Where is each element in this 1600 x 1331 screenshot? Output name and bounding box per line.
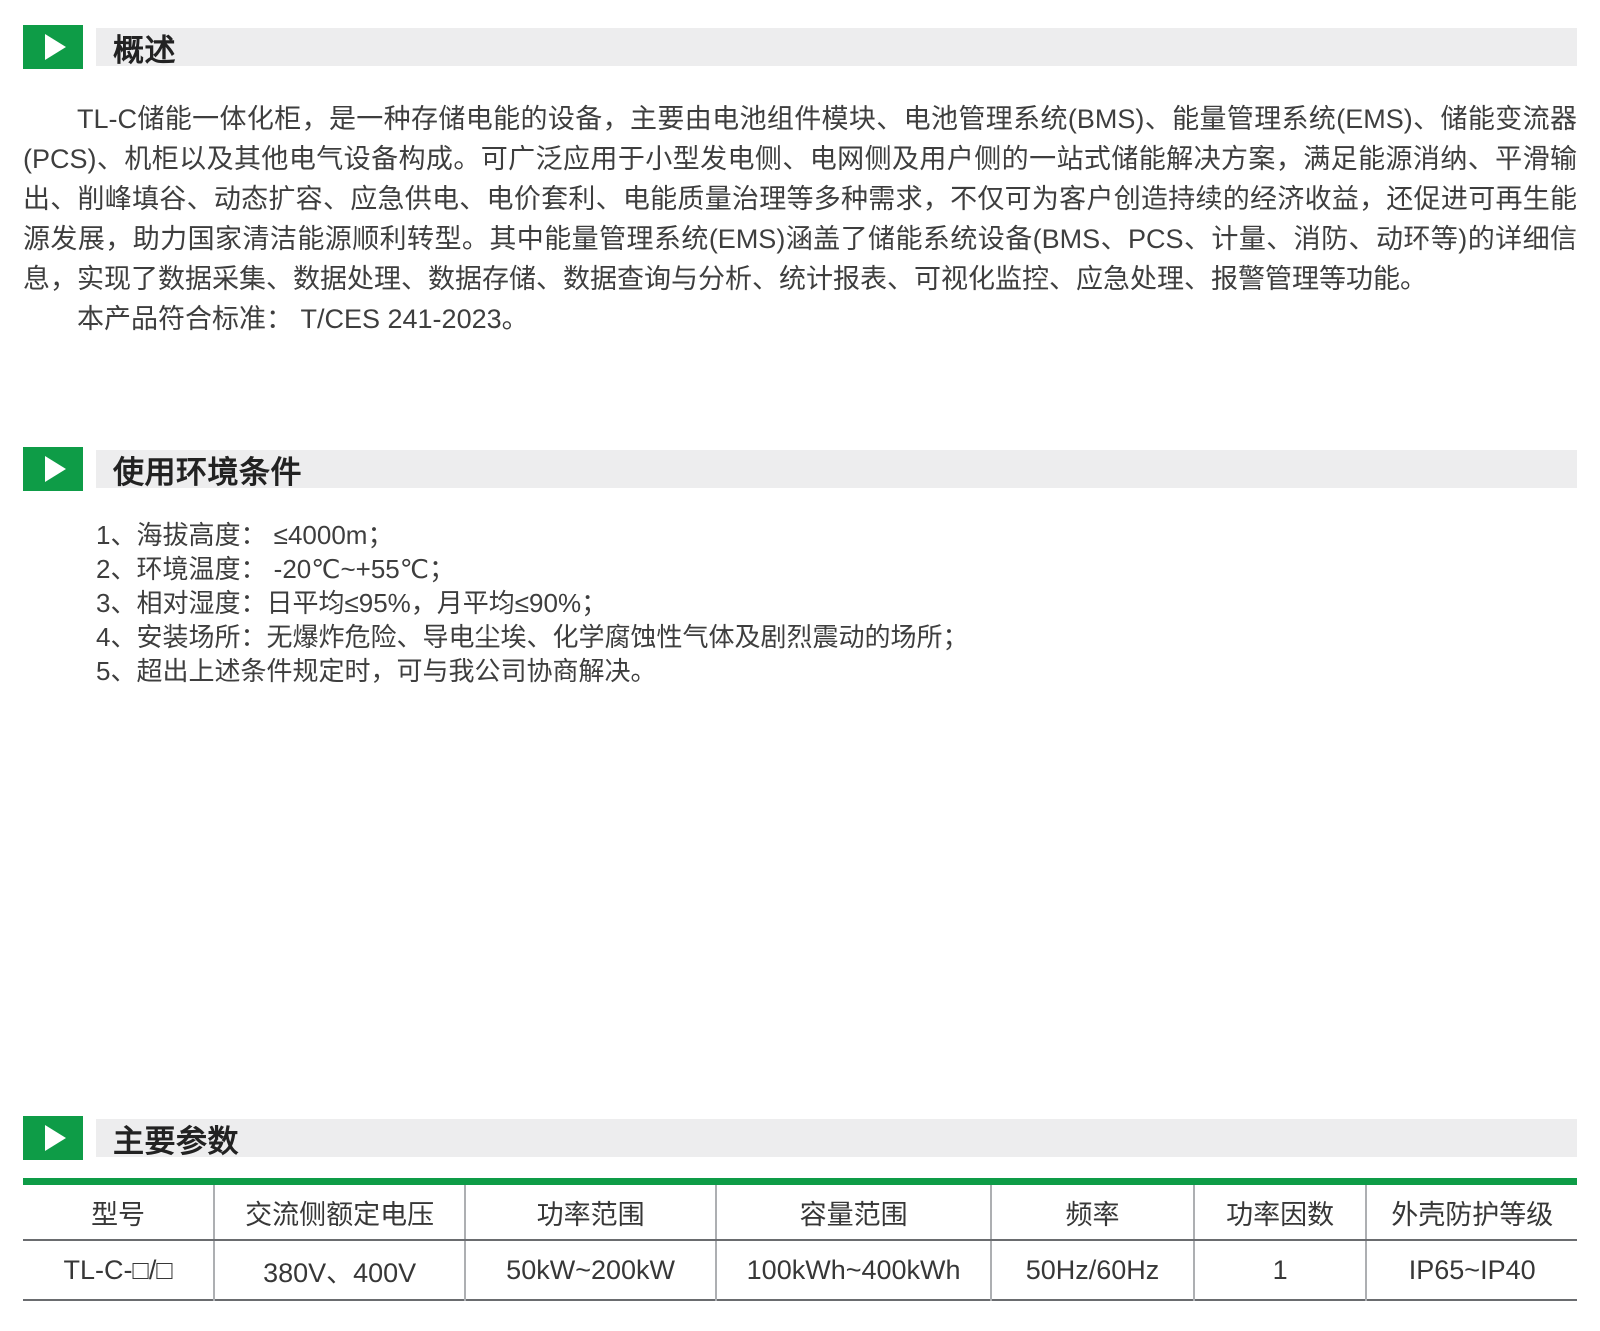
env-condition-item: 1、海拔高度： ≤4000m； [96, 518, 1577, 552]
overview-text-block: TL-C储能一体化柜，是一种存储电能的设备，主要由电池组件模块、电池管理系统(B… [23, 99, 1577, 339]
section-title-parameters: 主要参数 [96, 1116, 239, 1161]
section-title-bar: 使用环境条件 [96, 450, 1577, 488]
col-header-ac-rated-voltage: 交流侧额定电压 [214, 1182, 465, 1241]
col-header-model: 型号 [23, 1182, 214, 1241]
section-title-bar: 概述 [96, 28, 1577, 66]
section-header-parameters: 主要参数 [23, 1116, 1577, 1160]
triangle-glyph [45, 34, 66, 60]
section-title-overview: 概述 [96, 25, 176, 70]
triangle-glyph [45, 1125, 66, 1151]
cell-capacity-range: 100kWh~400kWh [716, 1240, 991, 1300]
col-header-power-factor: 功率因数 [1194, 1182, 1366, 1241]
overview-paragraph: TL-C储能一体化柜，是一种存储电能的设备，主要由电池组件模块、电池管理系统(B… [23, 99, 1577, 299]
col-header-frequency: 频率 [991, 1182, 1194, 1241]
table-row: TL-C-□/□ 380V、400V 50kW~200kW 100kWh~400… [23, 1240, 1577, 1300]
play-arrow-icon [23, 447, 83, 491]
table-header-row: 型号 交流侧额定电压 功率范围 容量范围 频率 功率因数 外壳防护等级 [23, 1182, 1577, 1241]
section-title-bar: 主要参数 [96, 1119, 1577, 1157]
env-condition-item: 2、环境温度： -20℃~+55℃； [96, 552, 1577, 586]
cell-power-factor: 1 [1194, 1240, 1366, 1300]
page-content: 概述 TL-C储能一体化柜，是一种存储电能的设备，主要由电池组件模块、电池管理系… [0, 25, 1600, 1301]
cell-ac-rated-voltage: 380V、400V [214, 1240, 465, 1300]
cell-model: TL-C-□/□ [23, 1240, 214, 1300]
overview-standard-line: 本产品符合标准： T/CES 241-2023。 [23, 299, 1577, 339]
col-header-ip-rating: 外壳防护等级 [1366, 1182, 1577, 1241]
parameters-table-wrap: 型号 交流侧额定电压 功率范围 容量范围 频率 功率因数 外壳防护等级 TL-C… [23, 1178, 1577, 1301]
environment-conditions-list: 1、海拔高度： ≤4000m； 2、环境温度： -20℃~+55℃； 3、相对湿… [23, 518, 1577, 688]
cell-ip-rating: IP65~IP40 [1366, 1240, 1577, 1300]
section-header-environment: 使用环境条件 [23, 447, 1577, 491]
section-title-environment: 使用环境条件 [96, 447, 302, 492]
cell-power-range: 50kW~200kW [465, 1240, 716, 1300]
triangle-glyph [45, 456, 66, 482]
cell-frequency: 50Hz/60Hz [991, 1240, 1194, 1300]
section-header-overview: 概述 [23, 25, 1577, 69]
col-header-power-range: 功率范围 [465, 1182, 716, 1241]
play-arrow-icon [23, 25, 83, 69]
col-header-capacity-range: 容量范围 [716, 1182, 991, 1241]
env-condition-item: 5、超出上述条件规定时，可与我公司协商解决。 [96, 654, 1577, 688]
datasheet-page: 概述 TL-C储能一体化柜，是一种存储电能的设备，主要由电池组件模块、电池管理系… [0, 0, 1600, 1331]
env-condition-item: 3、相对湿度：日平均≤95%，月平均≤90%； [96, 586, 1577, 620]
env-condition-item: 4、安装场所：无爆炸危险、导电尘埃、化学腐蚀性气体及剧烈震动的场所； [96, 620, 1577, 654]
parameters-table: 型号 交流侧额定电压 功率范围 容量范围 频率 功率因数 外壳防护等级 TL-C… [23, 1178, 1577, 1301]
play-arrow-icon [23, 1116, 83, 1160]
